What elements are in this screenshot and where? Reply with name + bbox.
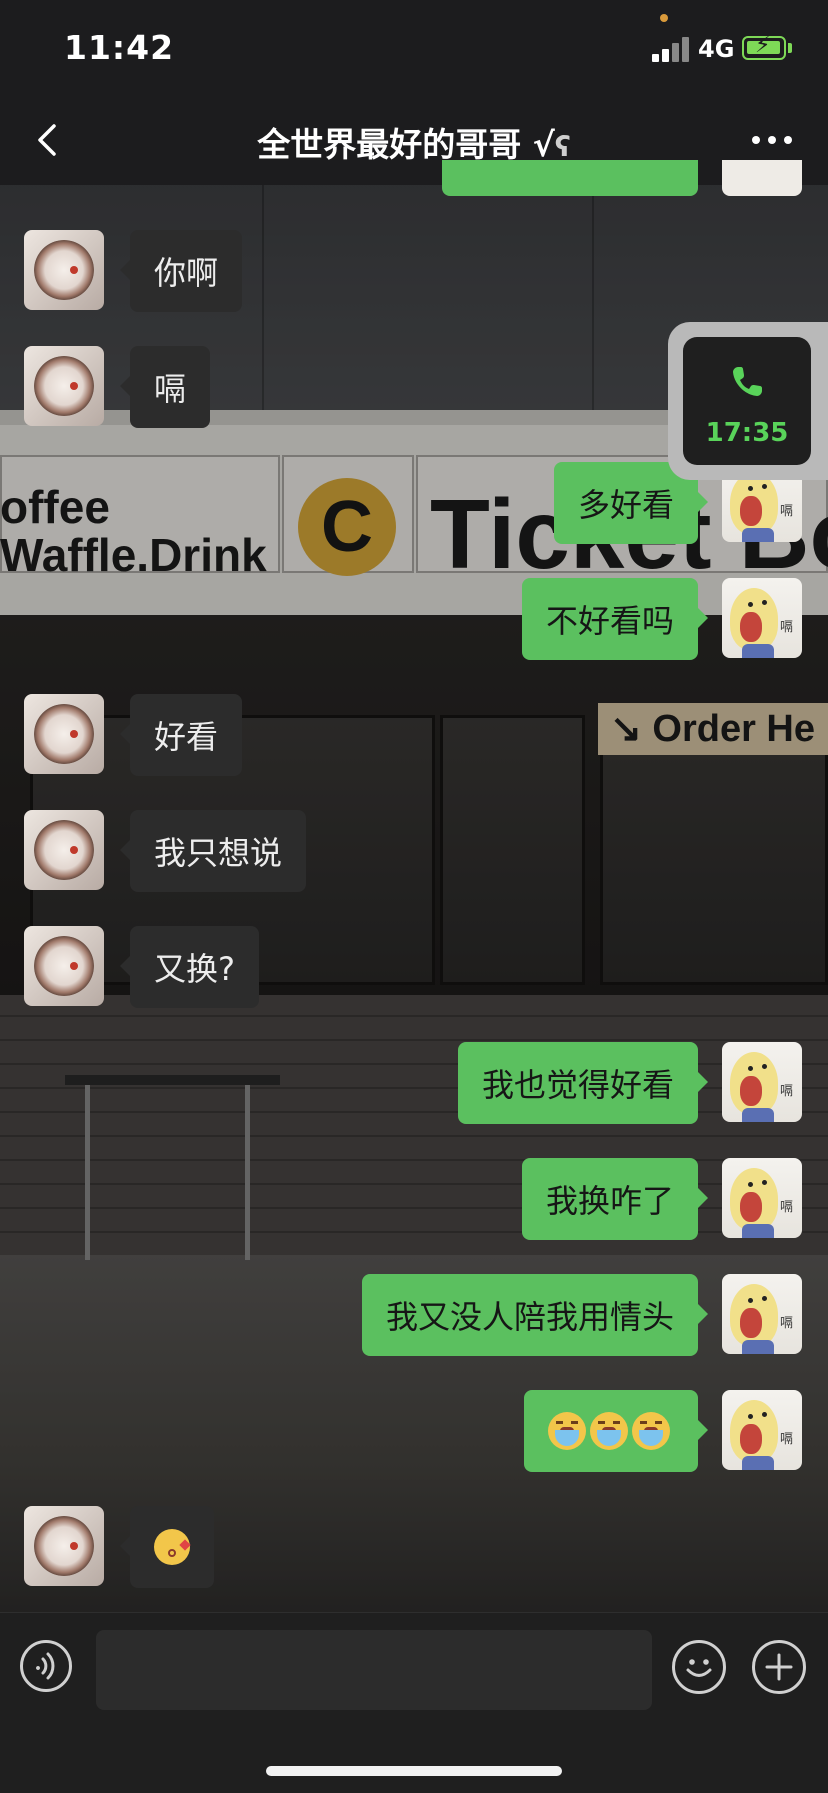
chat-title-text: 全世界最好的哥哥 √ [257, 125, 555, 164]
avatar-contact[interactable] [24, 1506, 104, 1586]
avatar-tag: 嗝 [780, 504, 794, 519]
crying-face-emoji [632, 1412, 670, 1450]
smiley-icon [686, 1659, 712, 1677]
message-bubble-sent[interactable]: 我又没人陪我用情头 [361, 1274, 709, 1356]
avatar-tag: 嗝 [780, 1200, 794, 1215]
network-type: 4G [698, 35, 735, 63]
avatar-self[interactable]: 嗝 [722, 578, 802, 658]
message-bubble-sent[interactable]: 不好看吗 [521, 578, 709, 660]
message-bubble-received-emoji[interactable] [120, 1506, 214, 1588]
message-row: 又换? [0, 926, 828, 1008]
ear-icon: ʕ [554, 130, 571, 163]
message-row: 我又没人陪我用情头 嗝 [0, 1274, 828, 1356]
avatar-tag: 嗝 [780, 620, 794, 635]
status-time: 11:42 [64, 28, 175, 67]
kissing-face-emoji [154, 1529, 191, 1565]
avatar-contact[interactable] [24, 346, 104, 426]
message-bubble-sent-emoji[interactable] [524, 1390, 708, 1472]
message-bubble-received[interactable]: 嗝 [119, 346, 211, 428]
message-bubble-received[interactable]: 你啊 [119, 230, 243, 312]
message-bubble-received[interactable]: 又换? [120, 926, 259, 1008]
call-duration: 17:35 [705, 418, 789, 448]
avatar-self[interactable]: 嗝 [722, 1042, 802, 1122]
message-bubble-sent[interactable]: 我也觉得好看 [457, 1042, 709, 1124]
message-bubble-received[interactable]: 好看 [119, 694, 243, 776]
avatar-contact[interactable] [24, 694, 104, 774]
crying-face-emoji [548, 1412, 586, 1450]
crying-face-emoji [590, 1412, 628, 1450]
avatar-tag: 嗝 [780, 1432, 794, 1447]
message-row: 不好看吗 嗝 [0, 578, 828, 660]
message-bubble-received[interactable]: 我只想说 [119, 810, 307, 892]
avatar-tag: 嗝 [780, 1316, 794, 1331]
message-input[interactable] [96, 1630, 652, 1710]
charging-icon: ⚡ [755, 33, 771, 58]
avatar-self[interactable] [722, 160, 802, 196]
emoji-button[interactable] [672, 1640, 726, 1694]
signal-icon [652, 36, 692, 62]
message-bubble-sent[interactable]: 我换咋了 [521, 1158, 709, 1240]
battery-cap [788, 43, 792, 53]
message-row: 嗝 [0, 1390, 828, 1472]
message-row: 我换咋了 嗝 [0, 1158, 828, 1240]
avatar-tag: 嗝 [780, 1084, 794, 1099]
home-indicator[interactable] [266, 1766, 562, 1776]
chat-title: 全世界最好的哥哥 √ʕ [0, 118, 828, 166]
mic-indicator-dot [660, 14, 668, 22]
message-row: 我只想说 [0, 810, 828, 892]
plus-icon [765, 1653, 793, 1681]
message-row: 你啊 [0, 230, 828, 312]
previous-message-bubble[interactable] [442, 160, 698, 196]
voice-icon [36, 1652, 55, 1680]
avatar-self[interactable]: 嗝 [722, 1390, 802, 1470]
avatar-contact[interactable] [24, 926, 104, 1006]
message-row: 好看 [0, 694, 828, 776]
avatar-self[interactable]: 嗝 [722, 1158, 802, 1238]
more-actions-button[interactable] [752, 1640, 806, 1694]
voice-input-button[interactable] [20, 1640, 72, 1692]
avatar-contact[interactable] [24, 230, 104, 310]
phone-icon [733, 367, 762, 396]
more-dots-icon [752, 136, 760, 144]
more-options-button[interactable] [748, 128, 798, 152]
message-row [0, 1506, 828, 1588]
avatar-contact[interactable] [24, 810, 104, 890]
message-row: 我也觉得好看 嗝 [0, 1042, 828, 1124]
avatar-self[interactable]: 嗝 [722, 1274, 802, 1354]
